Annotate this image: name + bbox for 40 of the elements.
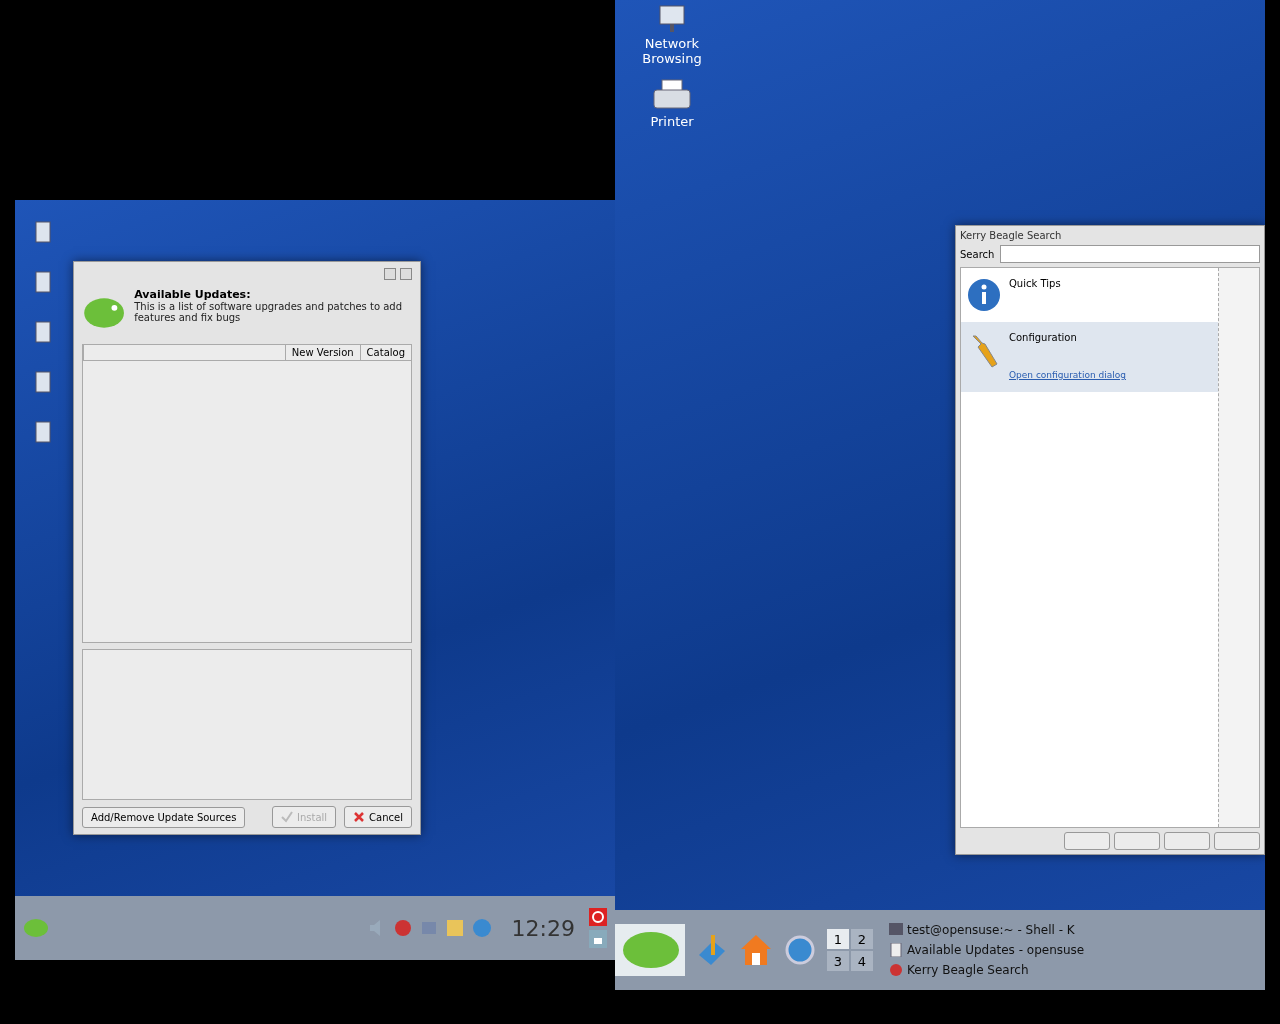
column-header[interactable]: Catalog xyxy=(359,345,411,360)
section-title: Quick Tips xyxy=(1009,278,1061,289)
desktop-pager-button[interactable]: 1 xyxy=(827,929,849,949)
desktop-pager-button[interactable]: 2 xyxy=(851,929,873,949)
power-icon[interactable] xyxy=(589,908,607,926)
toolbar-button[interactable] xyxy=(1214,832,1260,850)
column-header[interactable]: New Version xyxy=(284,345,360,360)
checkmark-icon xyxy=(281,811,293,823)
chameleon-icon[interactable] xyxy=(615,924,685,976)
configuration-link[interactable]: Open configuration dialog xyxy=(1009,370,1126,380)
globe-icon[interactable] xyxy=(471,918,492,938)
updates-description: This is a list of software upgrades and patches to add features and fix bugs xyxy=(134,301,404,323)
updates-heading: Available Updates: xyxy=(134,288,252,301)
printer-icon[interactable] xyxy=(652,78,692,112)
section-title: Configuration xyxy=(1009,332,1078,343)
toolbar-button[interactable] xyxy=(1064,832,1110,850)
search-field[interactable] xyxy=(1000,245,1260,263)
icon-label[interactable]: Printer xyxy=(650,114,694,129)
icon-label[interactable]: Network Browsing xyxy=(627,36,717,66)
clock: 12:29 xyxy=(511,915,575,941)
document-icon xyxy=(889,943,903,957)
dog-icon[interactable] xyxy=(393,918,412,938)
dialog-button[interactable]: Cancel xyxy=(344,806,412,828)
taskbar-task[interactable]: Kerry Beagle Search xyxy=(883,962,1091,978)
lock-icon[interactable] xyxy=(589,930,607,948)
home-icon[interactable] xyxy=(739,933,773,967)
toolbar-button[interactable] xyxy=(1114,832,1160,850)
dialog-button[interactable]: Add/Remove Update Sources xyxy=(82,806,246,828)
toolbar-button[interactable] xyxy=(1164,832,1210,850)
desktop-pager-button[interactable]: 4 xyxy=(851,951,873,971)
cross-icon xyxy=(353,811,366,823)
chameleon-icon[interactable] xyxy=(23,917,49,939)
search-label: Search xyxy=(960,248,995,260)
globe-icon[interactable] xyxy=(783,933,817,967)
taskbar-task[interactable]: Available Updates - opensuse xyxy=(883,942,1091,958)
window-title: Kerry Beagle Search xyxy=(960,230,1063,241)
info-icon xyxy=(967,278,1001,312)
dog-icon xyxy=(889,963,903,977)
taskbar-task[interactable]: test@opensuse:~ - Shell - K xyxy=(883,922,1091,938)
desktop-pager-button[interactable]: 3 xyxy=(827,951,849,971)
